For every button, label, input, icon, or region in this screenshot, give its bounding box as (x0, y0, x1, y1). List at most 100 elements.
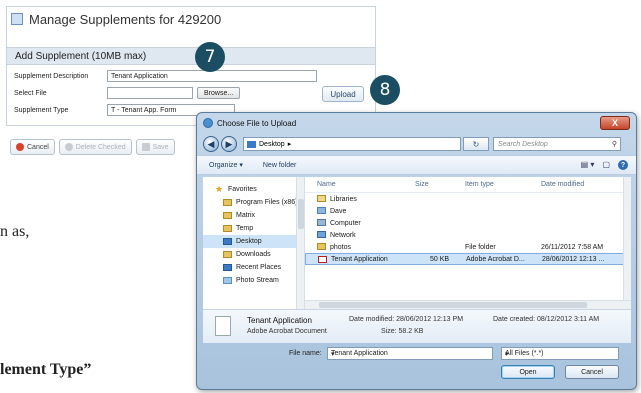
search-icon: ⚲ (611, 141, 617, 148)
open-button[interactable]: Open (501, 365, 555, 379)
dialog-title: Choose File to Upload (217, 118, 297, 128)
column-size[interactable]: Size (415, 181, 429, 188)
folder-icon (223, 225, 232, 232)
refresh-button[interactable]: ↻ (463, 137, 489, 151)
column-item-type[interactable]: Item type (465, 181, 494, 188)
choose-file-dialog: Choose File to Upload X ◀ ▶ Desktop ▸ ↻ … (196, 112, 637, 390)
delete-icon (64, 143, 73, 151)
file-list-hscroll[interactable] (305, 300, 631, 309)
cancel-button[interactable]: Cancel (10, 139, 55, 155)
save-icon (141, 143, 150, 151)
details-modified: Date modified: 28/06/2012 12:13 PM (349, 316, 464, 323)
hscroll-thumb[interactable] (319, 302, 587, 308)
file-name: Network (330, 231, 356, 239)
select-file-label: Select File (14, 89, 47, 97)
details-kind: Adobe Acrobat Document (247, 328, 327, 335)
file-name-value: Tenant Application (331, 350, 388, 357)
supplement-type-label: Supplement Type (14, 106, 69, 114)
chevron-down-icon[interactable]: ▾ (505, 350, 509, 358)
star-icon: ★ (215, 184, 224, 194)
nav-label: Temp (236, 225, 254, 232)
navigation-pane: ★ Favorites Program Files (x86) Matrix T… (203, 177, 305, 309)
save-button[interactable]: Save (135, 139, 175, 155)
column-name[interactable]: Name (317, 181, 336, 188)
file-size: 50 KB (430, 255, 450, 263)
search-placeholder: Search Desktop (498, 140, 548, 148)
nav-item-favorites[interactable]: ★ Favorites (203, 183, 304, 196)
file-row-libraries[interactable]: Libraries (305, 193, 631, 205)
close-button[interactable]: X (600, 116, 630, 130)
file-row-photos[interactable]: photos File folder 26/11/2012 7:58 AM (305, 241, 631, 253)
file-name: Computer (330, 219, 361, 227)
nav-label: Downloads (236, 251, 271, 258)
back-icon[interactable]: ◀ (203, 136, 219, 152)
file-row-computer[interactable]: Computer (305, 217, 631, 229)
nav-item-temp[interactable]: Temp (203, 222, 304, 235)
nav-label: Photo Stream (236, 277, 279, 284)
file-row-dave[interactable]: Dave (305, 205, 631, 217)
delete-checked-button[interactable]: Delete Checked (58, 139, 132, 155)
file-list: Name Size Item type Date modified Librar… (305, 177, 631, 309)
file-type-select[interactable]: All Files (*.*) ▾ (501, 347, 619, 360)
libraries-icon (317, 195, 326, 202)
file-name-input[interactable]: Tenant Application ▾ (327, 347, 493, 360)
details-created: Date created: 08/12/2012 3:11 AM (493, 316, 600, 323)
delete-checked-label: Delete Checked (75, 143, 126, 151)
chevron-down-icon[interactable]: ▾ (331, 350, 335, 358)
file-list-vscroll[interactable] (623, 177, 631, 309)
folder-icon (223, 199, 232, 206)
file-path-input[interactable] (107, 87, 193, 99)
new-folder-button[interactable]: New folder (263, 162, 296, 169)
nav-item-matrix[interactable]: Matrix (203, 209, 304, 222)
address-bar[interactable]: Desktop ▸ (243, 137, 461, 151)
nav-item-program-files[interactable]: Program Files (x86) (203, 196, 304, 209)
nav-item-photo-stream[interactable]: Photo Stream (203, 274, 304, 287)
nav-item-desktop[interactable]: Desktop (203, 235, 304, 248)
cancel-icon (16, 143, 24, 151)
user-folder-icon (317, 207, 326, 214)
download-folder-icon (223, 251, 232, 258)
file-name: Libraries (330, 195, 357, 203)
save-label: Save (152, 143, 169, 151)
column-date-modified[interactable]: Date modified (541, 181, 584, 188)
dialog-body: ★ Favorites Program Files (x86) Matrix T… (203, 177, 631, 309)
nav-item-recent-places[interactable]: Recent Places (203, 261, 304, 274)
file-name: photos (330, 243, 352, 251)
details-pane: Tenant Application Adobe Acrobat Documen… (203, 309, 631, 343)
step-badge-8: 8 (370, 75, 400, 105)
file-date: 28/06/2012 12:13 ... (542, 255, 605, 263)
file-type: Adobe Acrobat D... (466, 255, 525, 263)
document-icon (11, 13, 23, 25)
organize-button[interactable]: Organize ▾ (209, 161, 243, 169)
forward-icon[interactable]: ▶ (221, 136, 237, 152)
nav-label: Program Files (x86) (236, 199, 298, 206)
browse-button[interactable]: Browse... (197, 87, 241, 99)
view-controls: ▤ ▾ ▢ ? (581, 160, 636, 170)
panel-title: Manage Supplements for 429200 (7, 7, 375, 31)
select-file-row: Select File Browse... (14, 87, 241, 99)
dialog-cancel-button[interactable]: Cancel (565, 365, 619, 379)
nav-label: Recent Places (236, 264, 282, 271)
file-name: Tenant Application (331, 255, 388, 263)
desktop-icon (223, 238, 232, 245)
nav-scrollbar[interactable] (296, 177, 304, 309)
background-text-line-2: lement Type” (0, 361, 92, 378)
upload-button[interactable]: Upload (322, 86, 364, 102)
description-label: Supplement Description (14, 72, 89, 80)
nav-item-downloads[interactable]: Downloads (203, 248, 304, 261)
dialog-footer: File name: Tenant Application ▾ All File… (203, 343, 631, 387)
help-icon[interactable]: ? (618, 160, 628, 170)
folder-icon (317, 243, 326, 250)
file-date: 26/11/2012 7:58 AM (541, 243, 604, 251)
pdf-icon (318, 256, 327, 263)
ie-icon (203, 118, 213, 128)
search-input[interactable]: Search Desktop ⚲ (493, 137, 621, 151)
dialog-toolbar: Organize ▾ New folder ▤ ▾ ▢ ? (197, 155, 636, 175)
file-row-network[interactable]: Network (305, 229, 631, 241)
file-row-tenant-application[interactable]: Tenant Application 50 KB Adobe Acrobat D… (305, 253, 631, 265)
computer-icon (317, 219, 326, 226)
network-icon (317, 231, 326, 238)
preview-pane-icon[interactable]: ▢ (602, 160, 610, 170)
nav-scroll-thumb[interactable] (298, 199, 304, 229)
view-options-icon[interactable]: ▤ ▾ (581, 160, 595, 170)
